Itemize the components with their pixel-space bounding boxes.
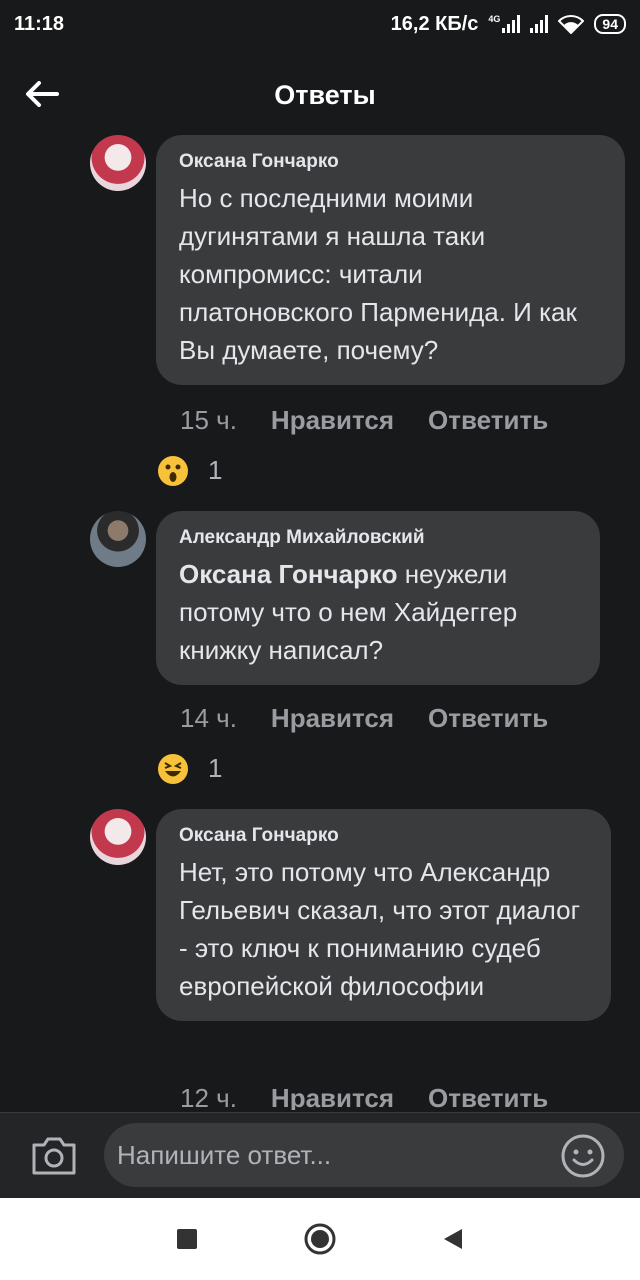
page-title: Ответы <box>274 79 376 110</box>
comment-text: Но с последними моими дугинятами я нашла… <box>179 183 577 365</box>
comment-text: Оксана Гончарко неужели потому что о нем… <box>179 555 578 669</box>
laughing-emoji-icon <box>158 753 188 784</box>
reply-button[interactable]: Ответить <box>428 703 548 734</box>
reply-input[interactable] <box>104 1123 624 1187</box>
mention-link[interactable]: Оксана Гончарко <box>179 559 398 589</box>
reply-composer <box>0 1112 640 1198</box>
status-indicators: 16,2 КБ/с 4G 94 <box>391 13 626 36</box>
cell-signal-icon <box>530 15 549 33</box>
network-type: 4G <box>488 14 501 24</box>
comment-author[interactable]: Оксана Гончарко <box>179 151 603 173</box>
arrow-left-icon <box>26 81 59 107</box>
back-button[interactable] <box>22 74 62 114</box>
smiley-icon[interactable] <box>560 1133 606 1179</box>
reply-thread[interactable]: Оксана Гончарко Но с последними моими ду… <box>0 135 640 1110</box>
like-button[interactable]: Нравится <box>271 1083 394 1110</box>
avatar[interactable] <box>90 809 146 865</box>
triangle-back-icon <box>444 1229 463 1249</box>
reaction-summary[interactable]: 1 <box>158 455 222 486</box>
comment-time: 15 ч. <box>180 405 237 435</box>
cell-signal-4g-icon: 4G <box>488 14 521 33</box>
back-nav-button[interactable] <box>433 1219 473 1259</box>
camera-icon[interactable] <box>30 1135 78 1177</box>
comment-bubble[interactable]: Оксана Гончарко Но с последними моими ду… <box>156 135 625 385</box>
comment-actions: 12 ч. Нравится Ответить <box>180 1083 548 1110</box>
square-icon <box>176 1229 197 1249</box>
comment-time: 14 ч. <box>180 703 237 733</box>
comment-author[interactable]: Оксана Гончарко <box>179 825 589 847</box>
wow-emoji-icon <box>158 455 188 486</box>
circle-icon <box>304 1223 336 1255</box>
header: Ответы <box>0 48 640 142</box>
comment-bubble[interactable]: Александр Михайловский Оксана Гончарко н… <box>156 511 600 685</box>
recents-button[interactable] <box>167 1219 207 1259</box>
status-bar: 11:18 16,2 КБ/с 4G 94 <box>0 0 640 48</box>
like-button[interactable]: Нравится <box>271 405 394 436</box>
comment-actions: 14 ч. Нравится Ответить <box>180 703 548 734</box>
network-speed: 16,2 КБ/с <box>390 12 479 35</box>
system-nav-bar <box>0 1198 640 1280</box>
reaction-count: 1 <box>208 455 223 485</box>
reaction-summary[interactable]: 1 <box>158 753 222 784</box>
avatar[interactable] <box>90 511 146 567</box>
reply-button[interactable]: Ответить <box>428 405 548 436</box>
comment-bubble[interactable]: Оксана Гончарко Нет, это потому что Алек… <box>156 809 611 1021</box>
home-button[interactable] <box>300 1219 340 1259</box>
comment-actions: 15 ч. Нравится Ответить <box>180 405 548 436</box>
reply-button[interactable]: Ответить <box>428 1083 548 1110</box>
status-time: 11:18 <box>14 12 65 35</box>
comment-text: Нет, это потому что Александр Гельевич с… <box>179 857 581 1001</box>
reaction-count: 1 <box>208 753 223 783</box>
comment-time: 12 ч. <box>180 1083 237 1110</box>
wifi-icon <box>558 15 585 34</box>
battery-icon: 94 <box>594 14 626 34</box>
comment-author[interactable]: Александр Михайловский <box>179 527 578 549</box>
avatar[interactable] <box>90 135 146 191</box>
like-button[interactable]: Нравится <box>271 703 394 734</box>
